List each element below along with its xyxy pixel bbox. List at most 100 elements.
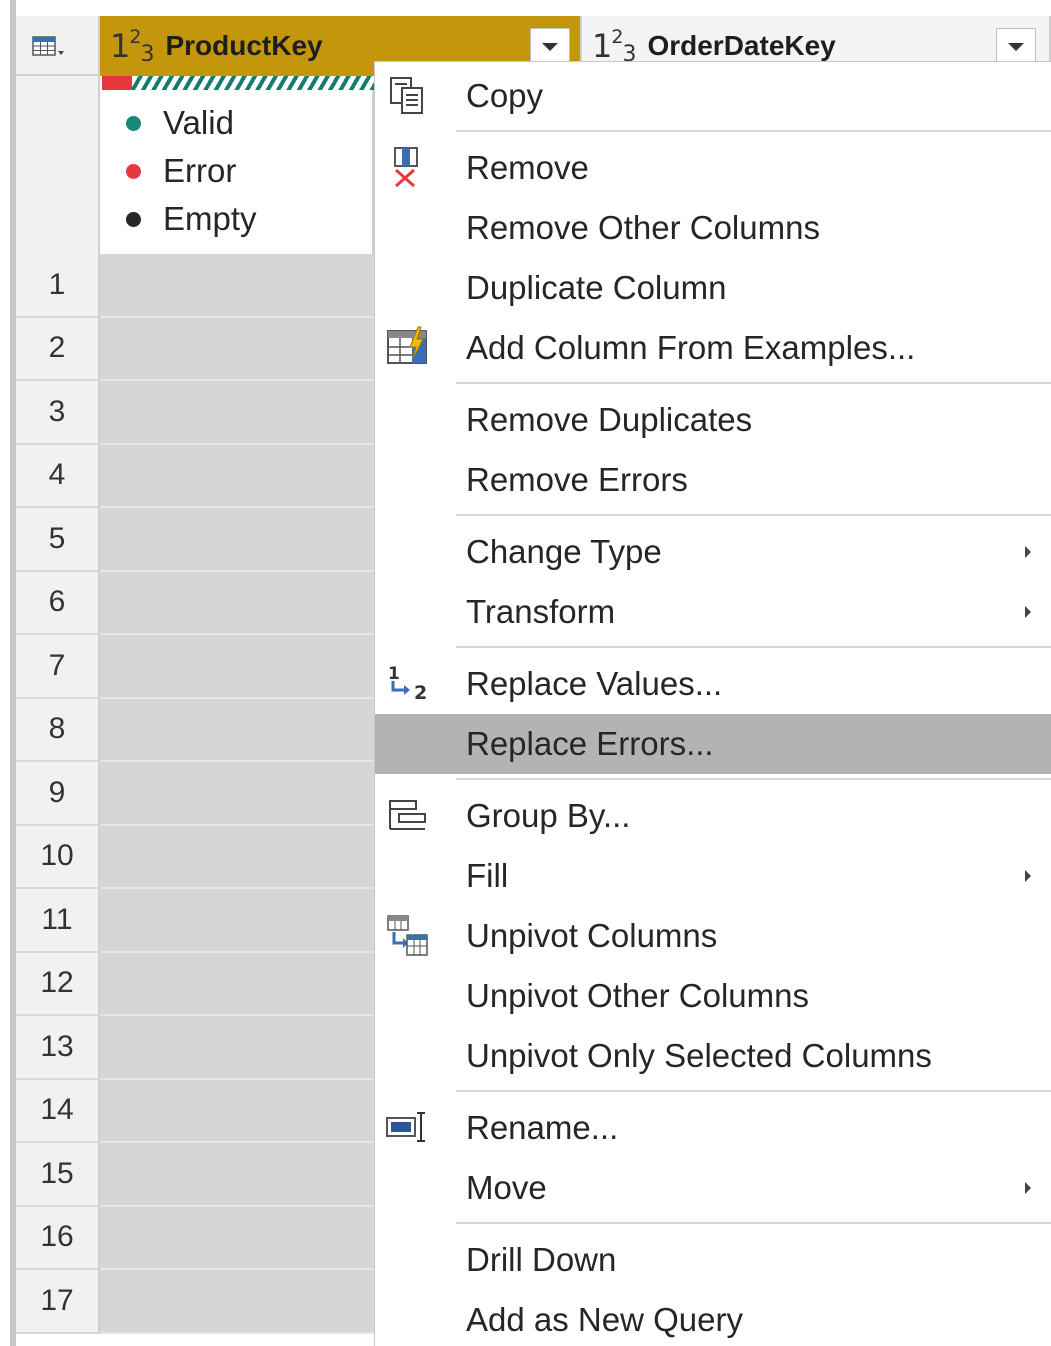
row-number: 11 xyxy=(16,889,100,953)
menu-item-change-type[interactable]: Change Type xyxy=(375,522,1051,582)
menu-item-group-by[interactable]: Group By... xyxy=(375,786,1051,846)
column-from-examples-icon xyxy=(385,325,431,371)
empty-dot-icon xyxy=(126,211,141,227)
column-name: ProductKey xyxy=(165,30,323,61)
menu-item-add-as-new-query[interactable]: Add as New Query xyxy=(375,1290,1051,1346)
menu-separator xyxy=(456,130,1051,132)
table-cell[interactable] xyxy=(100,1143,374,1207)
menu-item-copy[interactable]: Copy xyxy=(375,66,1051,126)
table-row[interactable]: 15 xyxy=(16,1143,374,1207)
menu-item-label: Change Type xyxy=(466,533,662,570)
table-cell[interactable] xyxy=(100,635,374,699)
table-menu-button[interactable] xyxy=(16,16,100,76)
table-row[interactable]: 9 xyxy=(16,762,374,826)
row-number: 15 xyxy=(16,1143,100,1207)
table-cell[interactable] xyxy=(100,1079,374,1143)
table-row[interactable]: 1 xyxy=(16,254,374,318)
menu-item-unpivot-only-selected-columns[interactable]: Unpivot Only Selected Columns xyxy=(375,1026,1051,1086)
chevron-right-icon xyxy=(1025,870,1031,882)
table-cell[interactable] xyxy=(100,1270,374,1334)
table-cell[interactable] xyxy=(100,952,374,1016)
legend-empty: Empty xyxy=(126,200,257,238)
table-cell[interactable] xyxy=(100,254,374,318)
menu-item-rename[interactable]: Rename... xyxy=(375,1098,1051,1158)
menu-item-transform[interactable]: Transform xyxy=(375,582,1051,642)
replace-values-icon: 1 2 xyxy=(385,661,431,707)
menu-separator xyxy=(456,1090,1051,1092)
menu-item-unpivot-columns[interactable]: Unpivot Columns xyxy=(375,906,1051,966)
row-number: 9 xyxy=(16,762,100,826)
row-number: 1 xyxy=(16,254,100,318)
menu-item-label: Unpivot Only Selected Columns xyxy=(466,1037,932,1074)
menu-item-label: Fill xyxy=(466,857,509,894)
table-row[interactable]: 11 xyxy=(16,889,374,953)
table-cell[interactable] xyxy=(100,825,374,889)
group-by-icon xyxy=(385,793,431,839)
table-row[interactable]: 10 xyxy=(16,825,374,889)
menu-item-label: Duplicate Column xyxy=(466,269,727,306)
menu-item-unpivot-other-columns[interactable]: Unpivot Other Columns xyxy=(375,966,1051,1026)
menu-item-replace-values[interactable]: 1 2 Replace Values... xyxy=(375,654,1051,714)
table-cell[interactable] xyxy=(100,571,374,635)
menu-separator xyxy=(456,514,1051,516)
menu-item-label: Unpivot Columns xyxy=(466,917,718,954)
table-row[interactable]: 14 xyxy=(16,1079,374,1143)
menu-item-label: Add Column From Examples... xyxy=(466,329,916,366)
table-row[interactable]: 2 xyxy=(16,317,374,381)
power-query-editor: 123 ProductKey 123 OrderDateKey Valid Er… xyxy=(0,0,1051,1346)
menu-item-label: Remove Errors xyxy=(466,461,688,498)
table-row[interactable]: 17 xyxy=(16,1270,374,1334)
row-number: 8 xyxy=(16,698,100,762)
menu-item-duplicate-column[interactable]: Duplicate Column xyxy=(375,258,1051,318)
menu-item-add-column-from-examples[interactable]: Add Column From Examples... xyxy=(375,318,1051,378)
menu-item-fill[interactable]: Fill xyxy=(375,846,1051,906)
menu-item-label: Add as New Query xyxy=(466,1301,743,1338)
table-row[interactable]: 6 xyxy=(16,571,374,635)
table-cell[interactable] xyxy=(100,1206,374,1270)
table-cell[interactable] xyxy=(100,889,374,953)
table-cell[interactable] xyxy=(100,762,374,826)
table-row[interactable]: 5 xyxy=(16,508,374,572)
table-cell[interactable] xyxy=(100,381,374,445)
table-row[interactable]: 12 xyxy=(16,952,374,1016)
table-row[interactable]: 4 xyxy=(16,444,374,508)
row-number: 10 xyxy=(16,825,100,889)
row-number-gutter xyxy=(16,76,100,254)
menu-item-remove-duplicates[interactable]: Remove Duplicates xyxy=(375,390,1051,450)
menu-item-remove[interactable]: Remove xyxy=(375,138,1051,198)
table-row[interactable]: 7 xyxy=(16,635,374,699)
table-row[interactable]: 13 xyxy=(16,1016,374,1080)
chevron-down-icon xyxy=(1008,43,1024,51)
rename-icon xyxy=(385,1105,431,1151)
menu-separator xyxy=(456,778,1051,780)
row-number: 7 xyxy=(16,635,100,699)
menu-item-label: Copy xyxy=(466,77,544,114)
menu-item-move[interactable]: Move xyxy=(375,1158,1051,1218)
table-cell[interactable] xyxy=(100,444,374,508)
menu-item-replace-errors[interactable]: Replace Errors... xyxy=(375,714,1051,774)
table-cell[interactable] xyxy=(100,508,374,572)
whole-number-type-icon[interactable]: 123 xyxy=(110,26,154,67)
menu-item-label: Rename... xyxy=(466,1109,619,1146)
table-cell[interactable] xyxy=(100,1016,374,1080)
menu-item-label: Remove Duplicates xyxy=(466,401,753,438)
legend-label: Valid xyxy=(163,104,234,141)
legend-error: Error xyxy=(126,152,236,190)
menu-item-label: Remove Other Columns xyxy=(466,209,820,246)
menu-item-label: Move xyxy=(466,1169,547,1206)
table-cell[interactable] xyxy=(100,317,374,381)
column-context-menu: Copy Remove Remove Other Columns Duplica… xyxy=(374,61,1051,1346)
row-number: 6 xyxy=(16,571,100,635)
menu-separator xyxy=(456,646,1051,648)
table-cell[interactable] xyxy=(100,698,374,762)
menu-item-remove-errors[interactable]: Remove Errors xyxy=(375,450,1051,510)
menu-item-drill-down[interactable]: Drill Down xyxy=(375,1230,1051,1290)
table-row[interactable]: 16 xyxy=(16,1206,374,1270)
table-row[interactable]: 3 xyxy=(16,381,374,445)
menu-item-label: Unpivot Other Columns xyxy=(466,977,809,1014)
copy-icon xyxy=(385,73,431,119)
error-segment xyxy=(102,76,132,90)
menu-item-remove-other-columns[interactable]: Remove Other Columns xyxy=(375,198,1051,258)
table-row[interactable]: 8 xyxy=(16,698,374,762)
remove-column-icon xyxy=(385,145,431,191)
